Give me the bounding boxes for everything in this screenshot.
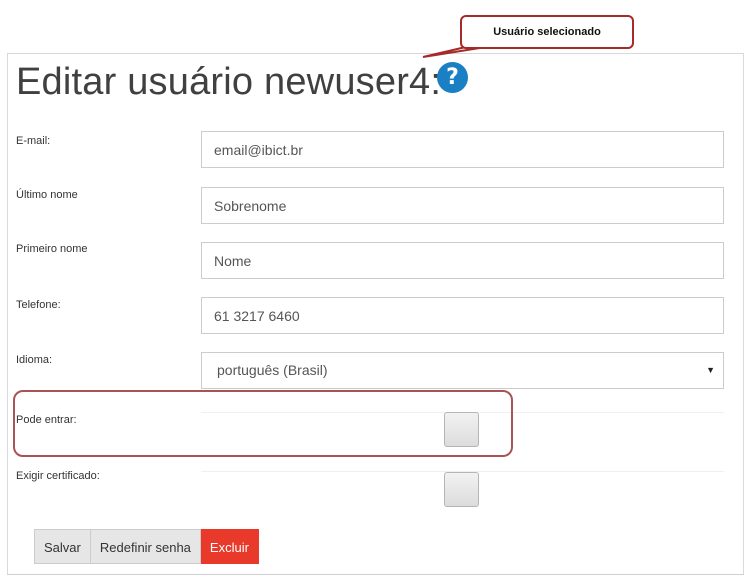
first-name-field[interactable] bbox=[201, 242, 724, 279]
phone-field[interactable] bbox=[201, 297, 724, 334]
reset-password-button[interactable]: Redefinir senha bbox=[90, 529, 201, 564]
help-icon[interactable]: ? bbox=[437, 62, 468, 93]
require-certificate-checkbox[interactable] bbox=[444, 472, 479, 507]
last-name-field[interactable] bbox=[201, 187, 724, 224]
can-login-checkbox[interactable] bbox=[444, 412, 479, 447]
annotation-callout: Usuário selecionado bbox=[460, 15, 634, 49]
chevron-down-icon: ▼ bbox=[706, 365, 715, 375]
require-certificate-label: Exigir certificado: bbox=[16, 470, 100, 482]
delete-button[interactable]: Excluir bbox=[200, 529, 259, 564]
language-label: Idioma: bbox=[16, 354, 53, 366]
language-select[interactable]: português (Brasil) ▼ bbox=[201, 352, 724, 389]
can-login-label: Pode entrar: bbox=[16, 414, 77, 426]
email-field[interactable] bbox=[201, 131, 724, 168]
action-buttons: Salvar Redefinir senha Excluir bbox=[34, 529, 259, 564]
language-selected-value: português (Brasil) bbox=[217, 362, 328, 378]
last-name-label: Último nome bbox=[16, 189, 78, 201]
first-name-label: Primeiro nome bbox=[16, 243, 88, 255]
save-button[interactable]: Salvar bbox=[34, 529, 91, 564]
phone-label: Telefone: bbox=[16, 299, 61, 311]
email-label: E-mail: bbox=[16, 135, 51, 147]
page-title: Editar usuário newuser4: bbox=[16, 61, 442, 103]
